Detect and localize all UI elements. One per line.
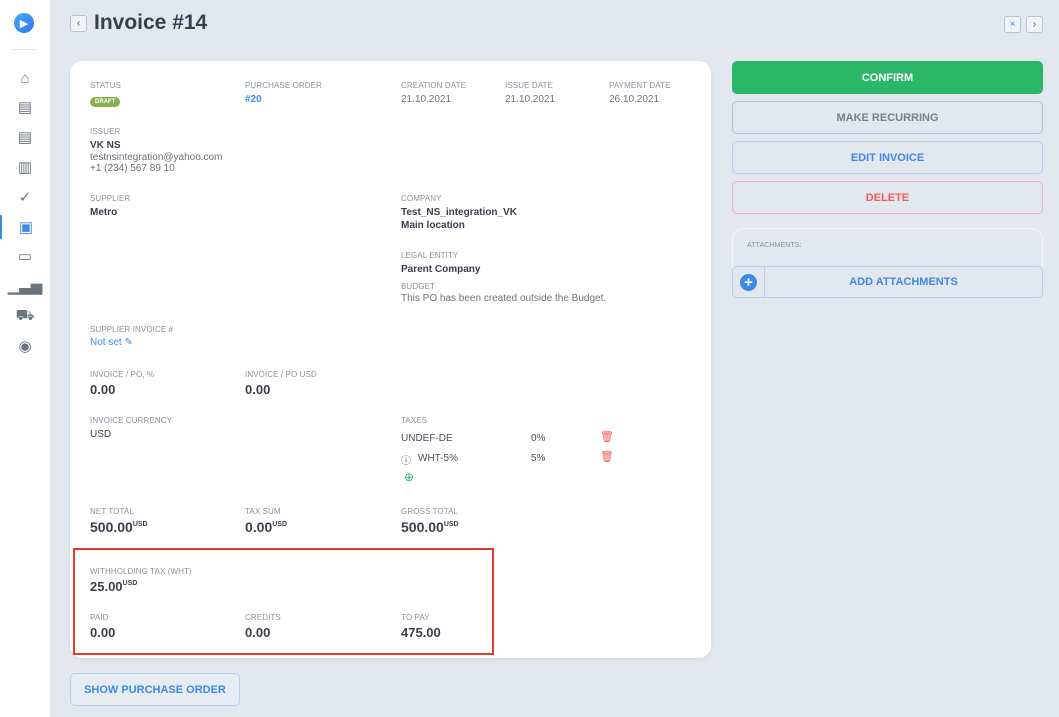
legal-entity-field: LEGAL ENTITY Parent Company bbox=[401, 251, 480, 276]
show-purchase-order-button[interactable]: SHOW PURCHASE ORDER bbox=[70, 673, 240, 706]
label: GROSS TOTAL bbox=[401, 507, 459, 516]
close-button[interactable]: × bbox=[1004, 16, 1021, 33]
value: 26.10.2021 bbox=[609, 94, 660, 105]
invoice-po-usd: INVOICE / PO USD 0.00 bbox=[245, 370, 317, 397]
page-title: Invoice #14 bbox=[94, 11, 208, 34]
unit: USD bbox=[132, 521, 148, 528]
add-attachments-button[interactable]: + ADD ATTACHMENTS bbox=[732, 266, 1043, 298]
label: NET TOTAL bbox=[90, 507, 134, 516]
currency-field: INVOICE CURRENCY USD bbox=[90, 416, 172, 440]
label: COMPANY bbox=[401, 194, 442, 203]
check-circle-icon[interactable]: ✓ bbox=[0, 185, 50, 209]
document-icon[interactable]: ▤ bbox=[0, 95, 50, 119]
highlight-box bbox=[73, 548, 494, 655]
value: 0.00 bbox=[245, 519, 273, 535]
logo-icon[interactable]: ▶ bbox=[14, 13, 34, 33]
label: TAX SUM bbox=[245, 507, 281, 516]
value: 21.10.2021 bbox=[401, 94, 452, 105]
value: Parent Company bbox=[401, 264, 481, 275]
edit-icon[interactable]: ✎ bbox=[124, 337, 132, 348]
document-icon[interactable]: ▤ bbox=[0, 125, 50, 149]
label: CREATION DATE bbox=[401, 81, 467, 90]
budget-field: BUDGET This PO has been created outside … bbox=[401, 282, 606, 304]
plus-icon: + bbox=[740, 273, 757, 291]
wallet-icon[interactable]: ▣ bbox=[0, 215, 50, 239]
confirm-button[interactable]: CONFIRM bbox=[732, 61, 1043, 94]
supplier-field: SUPPLIER Metro bbox=[90, 194, 130, 219]
issuer-name: VK NS bbox=[90, 140, 121, 151]
location: Main location bbox=[401, 220, 465, 231]
card-icon[interactable]: ▭ bbox=[0, 244, 50, 268]
creation-date: CREATION DATE 21.10.2021 bbox=[401, 81, 466, 105]
label: PAYMENT DATE bbox=[609, 81, 671, 90]
sidebar: ▶ ⌂ ▤ ▤ ▥ ✓ ▣ ▭ ▁▃▅ ⛟ ◉ bbox=[0, 0, 50, 717]
company-name: Test_NS_integration_VK bbox=[401, 207, 517, 218]
issue-date: ISSUE DATE 21.10.2021 bbox=[505, 81, 555, 105]
add-tax-icon[interactable]: ⊕ bbox=[404, 470, 414, 484]
supplier-invoice-value[interactable]: Not set bbox=[90, 337, 122, 348]
label: STATUS bbox=[90, 81, 121, 90]
truck-icon[interactable]: ⛟ bbox=[0, 304, 50, 328]
label: INVOICE CURRENCY bbox=[90, 416, 173, 425]
po-link[interactable]: #20 bbox=[245, 93, 322, 106]
value: 21.10.2021 bbox=[505, 94, 556, 105]
issuer-phone: +1 (234) 567 89 10 bbox=[90, 163, 175, 174]
attachments-label: ATTACHMENTS: bbox=[747, 242, 802, 249]
tax-name: WHT-5% bbox=[418, 453, 458, 464]
unit: USD bbox=[272, 521, 288, 528]
home-icon[interactable]: ⌂ bbox=[0, 66, 50, 90]
label: ISSUE DATE bbox=[505, 81, 553, 90]
label: ISSUER bbox=[90, 127, 121, 136]
value: 0.00 bbox=[245, 382, 271, 397]
net-total: NET TOTAL 500.00USD bbox=[90, 507, 148, 535]
edit-invoice-button[interactable]: EDIT INVOICE bbox=[732, 141, 1043, 174]
label: SUPPLIER bbox=[90, 194, 131, 203]
value: USD bbox=[90, 429, 112, 440]
po-field: PURCHASE ORDER #20 bbox=[245, 81, 322, 106]
invoice-po-pct: INVOICE / PO, % 0.00 bbox=[90, 370, 154, 397]
payment-date: PAYMENT DATE 26.10.2021 bbox=[609, 81, 671, 105]
tax-name: UNDEF-DE bbox=[401, 433, 453, 444]
trash-icon[interactable]: 🗑 bbox=[600, 430, 614, 443]
label: SUPPLIER INVOICE # bbox=[90, 325, 174, 334]
attachments-panel: ATTACHMENTS: bbox=[732, 228, 1043, 268]
label: LEGAL ENTITY bbox=[401, 251, 459, 260]
tax-rate: 5% bbox=[531, 453, 546, 464]
tax-rate: 0% bbox=[531, 433, 546, 444]
value: 500.00 bbox=[90, 519, 133, 535]
label: INVOICE / PO, % bbox=[90, 370, 155, 379]
chart-icon[interactable]: ▁▃▅ bbox=[0, 274, 50, 298]
value: 500.00 bbox=[401, 519, 444, 535]
label: INVOICE / PO USD bbox=[245, 370, 317, 379]
value: This PO has been created outside the Bud… bbox=[401, 293, 607, 304]
taxes-label: TAXES bbox=[401, 416, 428, 425]
delete-button[interactable]: DELETE bbox=[732, 181, 1043, 214]
value: Metro bbox=[90, 207, 118, 218]
toggle-icon[interactable]: ◉ bbox=[0, 334, 50, 358]
status-field: STATUS DRAFT bbox=[90, 81, 121, 108]
label: BUDGET bbox=[401, 282, 435, 291]
receipt-icon[interactable]: ▥ bbox=[0, 155, 50, 179]
supplier-invoice-field: SUPPLIER INVOICE # Not set ✎ bbox=[90, 325, 173, 348]
status-badge: DRAFT bbox=[90, 97, 121, 107]
make-recurring-button[interactable]: MAKE RECURRING bbox=[732, 101, 1043, 134]
trash-icon[interactable]: 🗑 bbox=[600, 450, 614, 463]
unit: USD bbox=[443, 521, 459, 528]
gross-total: GROSS TOTAL 500.00USD bbox=[401, 507, 459, 535]
back-button[interactable]: ‹ bbox=[70, 15, 87, 32]
value: 0.00 bbox=[90, 382, 116, 397]
tax-sum: TAX SUM 0.00USD bbox=[245, 507, 287, 535]
info-icon[interactable]: ⓘ bbox=[401, 452, 411, 467]
label: PURCHASE ORDER bbox=[245, 81, 322, 90]
issuer-email: testnsintegration@yahoo.com bbox=[90, 152, 223, 163]
add-attachments-label: ADD ATTACHMENTS bbox=[849, 276, 958, 288]
next-button[interactable]: › bbox=[1026, 16, 1043, 33]
divider bbox=[12, 49, 36, 50]
issuer-field: ISSUER VK NS testnsintegration@yahoo.com… bbox=[90, 127, 222, 174]
company-field: COMPANY Test_NS_integration_VK Main loca… bbox=[401, 194, 517, 232]
